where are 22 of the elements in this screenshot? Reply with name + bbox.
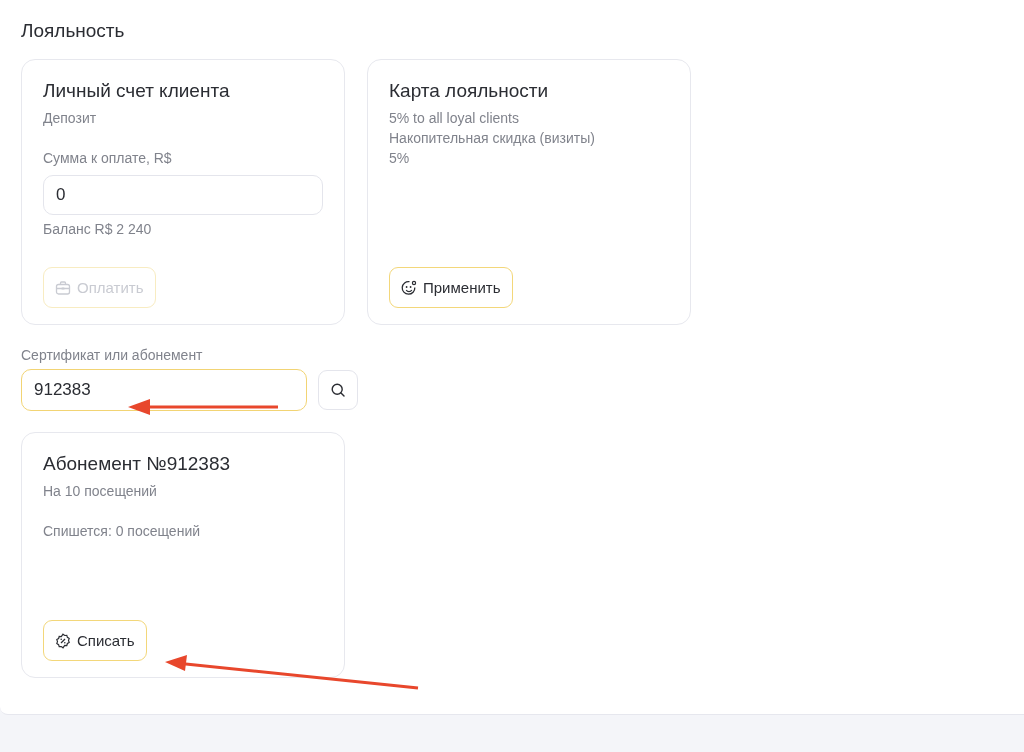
card-text: 5% [389, 149, 410, 168]
charge-button[interactable]: Списать [43, 620, 147, 661]
percent-badge-icon [55, 632, 71, 649]
amount-field[interactable]: 0 [43, 175, 323, 215]
card-title: Личный счет клиента [43, 80, 230, 102]
smiley-plus-icon [401, 279, 417, 296]
search-icon [330, 382, 346, 398]
field-label: Сумма к оплате, R$ [43, 149, 172, 168]
card-text: Накопительная скидка (визиты) [389, 129, 595, 148]
certificate-field[interactable]: 912383 [21, 369, 307, 411]
card-text: 5% to all loyal clients [389, 109, 519, 128]
charge-info: Спишется: 0 посещений [43, 522, 201, 541]
card-title: Карта лояльности [389, 80, 549, 102]
search-button[interactable] [318, 370, 358, 410]
balance-text: Баланс R$ 2 240 [43, 220, 152, 239]
apply-button[interactable]: Применить [389, 267, 513, 308]
section-title: Лояльность [21, 20, 126, 42]
card-subtitle: Депозит [43, 109, 97, 128]
card-title: Абонемент №912383 [43, 453, 231, 475]
briefcase-icon [55, 279, 71, 296]
card-subtitle: На 10 посещений [43, 482, 157, 501]
field-label: Сертификат или абонемент [21, 346, 204, 365]
